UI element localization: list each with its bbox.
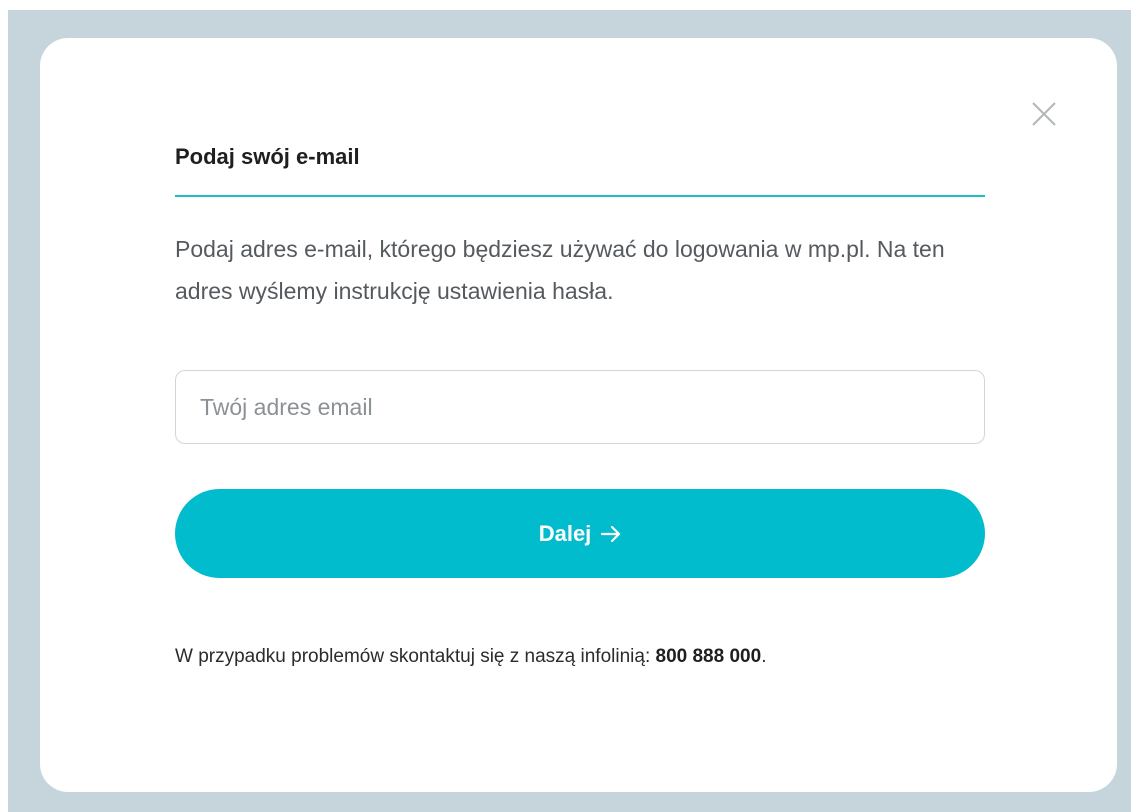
close-icon xyxy=(1032,102,1056,126)
email-input[interactable] xyxy=(175,370,985,444)
help-text: W przypadku problemów skontaktuj się z n… xyxy=(175,644,766,670)
modal-title: Podaj swój e-mail xyxy=(175,144,360,169)
close-button[interactable] xyxy=(1029,99,1059,129)
modal-description: Podaj adres e-mail, którego będziesz uży… xyxy=(175,236,945,304)
next-button[interactable]: Dalej xyxy=(175,489,985,578)
title-divider xyxy=(175,195,985,197)
next-button-label: Dalej xyxy=(538,520,592,546)
arrow-right-icon xyxy=(601,525,621,543)
infoline-phone: 800 888 000 xyxy=(655,646,762,667)
help-text-label: W przypadku problemów skontaktuj się z n… xyxy=(175,646,656,667)
help-text-suffix: . xyxy=(761,646,767,667)
